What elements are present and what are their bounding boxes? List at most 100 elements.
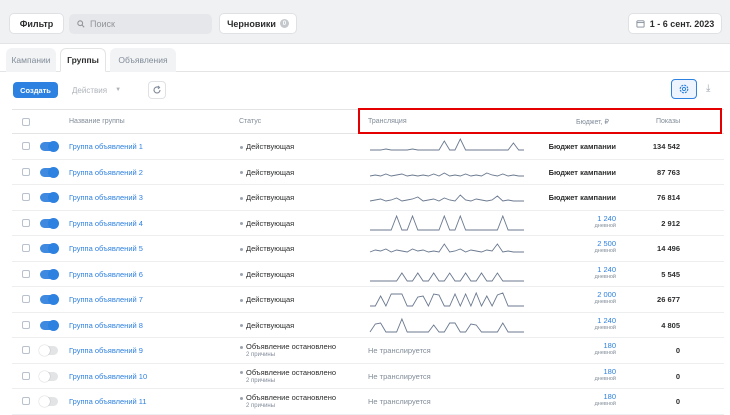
row-checkbox[interactable]	[22, 346, 30, 354]
tab-campaigns[interactable]: Кампании	[6, 48, 56, 72]
group-name-link[interactable]: Группа объявлений 5	[69, 244, 143, 253]
broadcast-sparkline	[369, 317, 524, 332]
column-name-header[interactable]: Название группы	[69, 118, 125, 125]
row-checkbox[interactable]	[22, 295, 30, 303]
table-row[interactable]: Группа объявлений 8 Действующая 1 240 дневн…	[12, 313, 724, 338]
budget-value[interactable]: 1 240 дневной	[595, 316, 616, 331]
row-toggle[interactable]	[39, 345, 58, 356]
row-toggle[interactable]	[40, 192, 59, 203]
group-name-link[interactable]: Группа объявлений 7	[69, 295, 143, 304]
budget-amount[interactable]: 180	[595, 341, 616, 350]
tabs-bar: Кампании Группы Объявления	[0, 48, 730, 72]
row-toggle[interactable]	[40, 294, 59, 305]
budget-amount[interactable]: 2 500	[595, 239, 616, 248]
budget-value[interactable]: 1 240 дневной	[595, 265, 616, 280]
row-checkbox[interactable]	[22, 218, 30, 227]
broadcast-sparkline	[369, 243, 524, 253]
group-name-link[interactable]: Группа объявлений 2	[69, 168, 143, 177]
group-name-link[interactable]: Группа объявлений 9	[69, 346, 143, 355]
table-row[interactable]: Группа объявлений 10 Объявление остановле…	[12, 364, 724, 389]
table-row[interactable]: Группа объявлений 1 Действующая Бюджет кам…	[12, 134, 724, 160]
row-toggle[interactable]	[40, 141, 59, 152]
row-toggle[interactable]	[40, 268, 59, 280]
group-name-link[interactable]: Группа объявлений 6	[69, 270, 143, 279]
budget-amount[interactable]: 180	[595, 367, 616, 376]
budget-value[interactable]: 2 500 дневной	[595, 239, 616, 254]
drafts-button[interactable]: Черновики 0	[219, 13, 297, 34]
row-checkbox[interactable]	[22, 320, 30, 329]
table-row[interactable]: Группа объявлений 9 Объявление остановлен…	[12, 338, 724, 364]
budget-amount[interactable]: 1 240	[595, 214, 616, 223]
column-settings-button[interactable]	[671, 79, 697, 99]
budget-period: дневной	[594, 350, 616, 356]
status-reason[interactable]: 2 причины	[246, 378, 275, 384]
shows-value: 0	[675, 346, 680, 355]
row-toggle[interactable]	[40, 166, 59, 178]
select-all-checkbox[interactable]	[22, 118, 30, 126]
row-toggle[interactable]	[40, 217, 59, 229]
table-row[interactable]: Группа объявлений 7 Действующая 2 000 дневн…	[12, 287, 724, 313]
refresh-button[interactable]	[148, 81, 166, 99]
shows-value: 2 912	[661, 218, 680, 228]
table-row[interactable]: Группа объявлений 5 Действующая 2 500 дневн…	[12, 236, 724, 262]
status-text: Объявление остановлено	[240, 342, 336, 351]
budget-value[interactable]: 180 дневной	[595, 341, 616, 356]
budget-value[interactable]: 2 000 дневной	[595, 290, 616, 305]
group-name-link[interactable]: Группа объявлений 10	[69, 372, 147, 381]
status-reason[interactable]: 2 причины	[246, 403, 275, 409]
shows-value: 0	[675, 397, 680, 406]
sparkline-path	[369, 194, 524, 202]
group-name-link[interactable]: Группа объявлений 4	[69, 219, 143, 228]
table-row[interactable]: Группа объявлений 2 Действующая Бюджет кам…	[12, 160, 724, 185]
row-checkbox[interactable]	[22, 167, 30, 176]
column-status-header[interactable]: Статус	[239, 118, 261, 125]
shows-value: 76 814	[657, 193, 680, 202]
calendar-icon	[636, 20, 645, 28]
status-dot-icon	[240, 145, 243, 149]
row-toggle[interactable]	[40, 319, 59, 331]
row-checkbox[interactable]	[22, 193, 30, 201]
toggle-knob	[48, 192, 59, 203]
group-name-link[interactable]: Группа объявлений 1	[69, 142, 143, 151]
row-checkbox[interactable]	[22, 269, 30, 278]
status-reason[interactable]: 2 причины	[246, 352, 275, 358]
budget-value[interactable]: 1 240 дневной	[595, 214, 616, 229]
row-checkbox[interactable]	[22, 397, 30, 405]
group-name-link[interactable]: Группа объявлений 3	[69, 193, 143, 202]
date-range-button[interactable]: 1 - 6 сент. 2023	[628, 13, 722, 34]
budget-value[interactable]: 180 дневной	[595, 392, 616, 407]
shows-value: 87 763	[657, 167, 680, 177]
table-row[interactable]: Группа объявлений 3 Действующая Бюджет кам…	[12, 185, 724, 211]
search-icon	[77, 20, 85, 28]
tab-groups[interactable]: Группы	[60, 48, 106, 72]
table-row[interactable]: Группа объявлений 4 Действующая 1 240 дневн…	[12, 211, 724, 236]
group-name-link[interactable]: Группа объявлений 8	[69, 321, 143, 330]
row-toggle[interactable]	[39, 370, 58, 382]
drafts-count-badge: 0	[279, 19, 289, 28]
row-checkbox[interactable]	[22, 244, 30, 252]
table-row[interactable]: Группа объявлений 6 Действующая 1 240 дневн…	[12, 262, 724, 287]
status-text: Действующая	[240, 219, 294, 228]
row-checkbox[interactable]	[22, 142, 30, 150]
create-button[interactable]: Создать	[13, 82, 58, 98]
budget-amount[interactable]: 1 240	[595, 265, 616, 274]
budget-value[interactable]: 180 дневной	[595, 367, 616, 382]
download-icon[interactable]: ⤓	[706, 83, 710, 94]
budget-amount[interactable]: 180	[595, 392, 616, 401]
budget-amount[interactable]: 1 240	[595, 316, 616, 325]
table-row[interactable]: Группа объявлений 11 Объявление остановле…	[12, 389, 724, 415]
status-dot-icon	[240, 345, 243, 349]
tab-ads[interactable]: Объявления	[110, 48, 176, 72]
group-name-link[interactable]: Группа объявлений 11	[69, 397, 147, 406]
status-text: Действующая	[240, 321, 294, 330]
search-input[interactable]: Поиск	[69, 14, 212, 34]
status-text: Действующая	[240, 244, 294, 253]
budget-amount[interactable]: 2 000	[595, 290, 616, 299]
row-toggle[interactable]	[40, 243, 59, 254]
row-toggle[interactable]	[39, 396, 58, 407]
sparkline-path	[369, 243, 524, 253]
filter-button[interactable]: Фильтр	[9, 13, 64, 34]
shows-value: 4 805	[661, 320, 680, 330]
row-checkbox[interactable]	[22, 371, 30, 380]
actions-dropdown[interactable]: Действия ▼	[64, 82, 140, 98]
